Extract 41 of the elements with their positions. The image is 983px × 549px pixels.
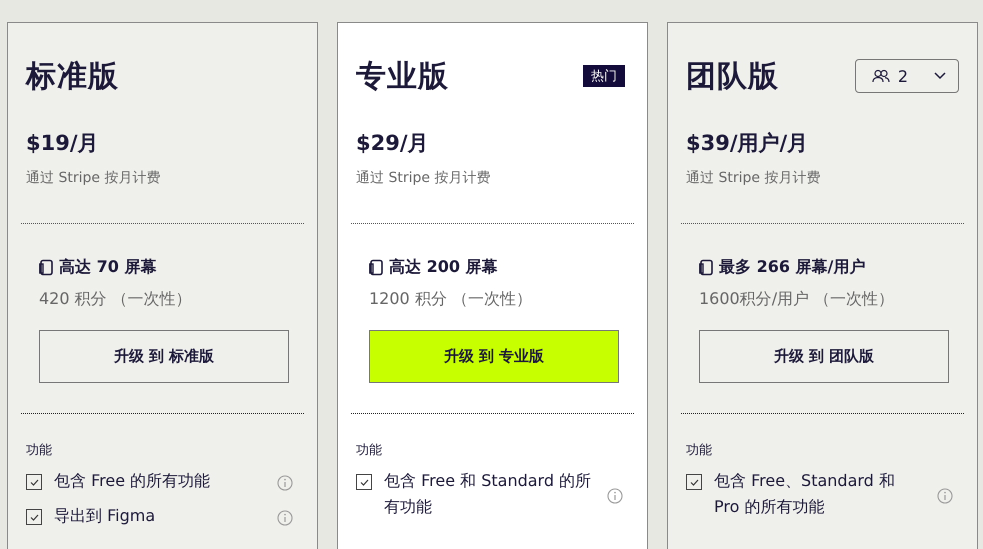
info-icon[interactable] bbox=[607, 488, 623, 504]
plan-price: $29/月 bbox=[356, 130, 430, 157]
screen-icon bbox=[369, 259, 384, 276]
chevron-down-icon bbox=[934, 72, 946, 80]
upgrade-button[interactable]: 升级 到 团队版 bbox=[699, 330, 949, 383]
billing-note: 通过 Stripe 按月计费 bbox=[26, 169, 162, 187]
popular-badge: 热门 bbox=[583, 65, 625, 87]
checkbox[interactable] bbox=[26, 509, 42, 525]
checkbox[interactable] bbox=[686, 474, 702, 490]
plan-title: 团队版 bbox=[686, 58, 779, 96]
plan-price: $19/月 bbox=[26, 130, 100, 157]
checkbox[interactable] bbox=[26, 474, 42, 490]
feature-text: 包含 Free 和 Standard 的所有功能 bbox=[384, 470, 592, 518]
features-heading: 功能 bbox=[686, 442, 713, 459]
plan-title: 专业版 bbox=[356, 58, 449, 96]
seat-selector[interactable]: 2 bbox=[854, 59, 959, 93]
credits-note: 1600积分/用户 （一次性） bbox=[699, 289, 896, 310]
check-icon bbox=[30, 478, 38, 486]
billing-note: 通过 Stripe 按月计费 bbox=[686, 169, 822, 187]
billing-note: 通过 Stripe 按月计费 bbox=[356, 169, 492, 187]
check-icon bbox=[30, 514, 38, 520]
plan-title: 标准版 bbox=[26, 58, 119, 96]
feature-text: 包含 Free、Standard 和 Pro 的所有功能 bbox=[714, 470, 896, 518]
upgrade-button[interactable]: 升级 到 标准版 bbox=[39, 330, 289, 383]
screens-limit: 最多 266 屏幕/用户 bbox=[719, 257, 866, 278]
credits-note: 420 积分 （一次性） bbox=[39, 289, 193, 310]
upgrade-button[interactable]: 升级 到 专业版 bbox=[369, 330, 619, 383]
screens-limit: 高达 200 屏幕 bbox=[389, 257, 498, 278]
checkbox[interactable] bbox=[356, 474, 372, 490]
users-icon bbox=[872, 69, 890, 83]
screens-limit: 高达 70 屏幕 bbox=[59, 257, 156, 278]
credits-note: 1200 积分 （一次性） bbox=[369, 289, 533, 310]
features-heading: 功能 bbox=[26, 442, 53, 459]
check-icon bbox=[360, 478, 368, 486]
feature-text: 导出到 Figma bbox=[54, 505, 156, 527]
screen-icon bbox=[39, 259, 54, 276]
feature-text: 包含 Free 的所有功能 bbox=[54, 470, 212, 492]
screen-icon bbox=[699, 259, 714, 276]
check-icon bbox=[690, 478, 698, 486]
features-heading: 功能 bbox=[356, 442, 383, 459]
plan-price: $39/用户/月 bbox=[686, 130, 810, 157]
